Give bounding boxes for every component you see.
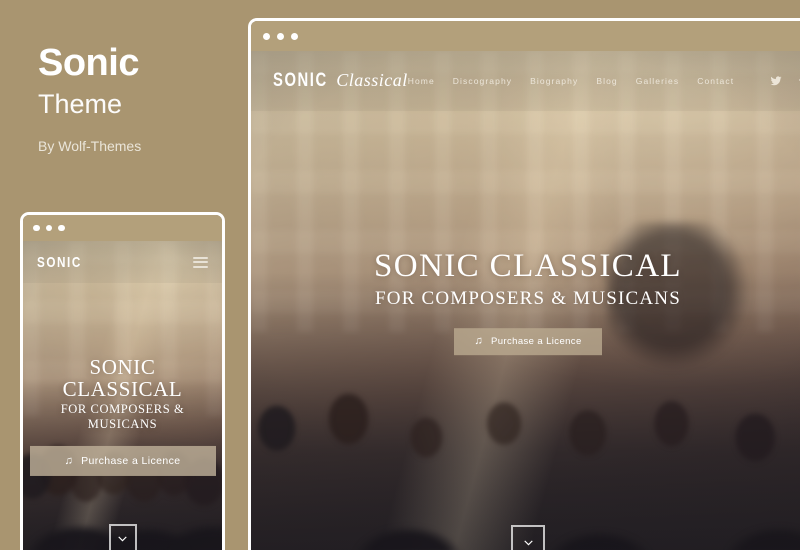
mobile-hero: SONIC CLASSICAL FOR COMPOSERS & MUSICANS… <box>23 355 222 477</box>
window-dot-maximize[interactable] <box>58 224 65 232</box>
nav-item-biography[interactable]: Biography <box>530 76 578 86</box>
nav-item-contact[interactable]: Contact <box>697 76 734 86</box>
music-note-icon: ♫ <box>64 454 74 467</box>
hamburger-bar <box>193 265 208 268</box>
nav-item-blog[interactable]: Blog <box>596 76 617 86</box>
site-logo-primary: SONIC <box>273 70 328 91</box>
hero-subheading: FOR COMPOSERS & MUSICANS <box>375 287 681 309</box>
window-dot-minimize[interactable] <box>45 224 52 232</box>
purchase-licence-button[interactable]: ♫ Purchase a Licence <box>29 446 216 477</box>
screenshot-stage: Sonic Theme By Wolf-Themes SONIC Classic… <box>0 0 800 550</box>
nav-item-home[interactable]: Home <box>408 76 435 86</box>
mobile-site-header: SONIC <box>23 241 222 283</box>
desktop-hero: SONIC CLASSICAL FOR COMPOSERS & MUSICANS… <box>251 249 800 355</box>
hamburger-bar <box>193 261 208 263</box>
twitter-icon[interactable] <box>770 75 782 87</box>
nav-item-discography[interactable]: Discography <box>453 76 512 86</box>
social-links <box>770 75 800 87</box>
hamburger-menu-icon[interactable] <box>193 256 208 268</box>
mobile-viewport: SONIC SONIC CLASSICAL FOR COMPOSERS & MU… <box>23 241 222 550</box>
site-logo[interactable]: SONIC Classical <box>273 70 408 92</box>
desktop-viewport: SONIC Classical Home Discography Biograp… <box>251 51 800 550</box>
hamburger-bar <box>193 256 208 259</box>
promo-byline: By Wolf-Themes <box>38 137 142 154</box>
window-dot-minimize[interactable] <box>277 32 284 40</box>
scroll-down-button[interactable] <box>108 524 137 550</box>
desktop-site-header: SONIC Classical Home Discography Biograp… <box>251 51 800 111</box>
purchase-licence-label: Purchase a Licence <box>81 455 181 468</box>
hero-heading: SONIC CLASSICAL <box>62 355 183 402</box>
mobile-titlebar <box>23 215 222 241</box>
site-logo-secondary: Classical <box>336 70 408 90</box>
window-dot-close[interactable] <box>33 224 40 232</box>
chevron-down-icon <box>118 535 127 542</box>
chevron-down-icon <box>523 539 533 546</box>
hero-subheading: FOR COMPOSERS & MUSICANS <box>60 402 185 432</box>
site-logo-primary: SONIC <box>37 253 82 271</box>
facebook-icon[interactable] <box>795 75 800 87</box>
mobile-browser-mockup: SONIC SONIC CLASSICAL FOR COMPOSERS & MU… <box>20 212 225 550</box>
nav-item-galleries[interactable]: Galleries <box>636 76 679 86</box>
promo-subtitle: Theme <box>38 88 123 119</box>
main-navigation: Home Discography Biography Blog Gallerie… <box>408 75 800 87</box>
scroll-down-button[interactable] <box>511 525 545 550</box>
background-orchestra-silhouettes <box>251 322 800 550</box>
music-note-icon: ♫ <box>474 334 483 347</box>
window-dot-close[interactable] <box>263 32 270 40</box>
promo-title: Sonic <box>38 42 139 84</box>
purchase-licence-label: Purchase a Licence <box>491 335 582 347</box>
desktop-browser-mockup: SONIC Classical Home Discography Biograp… <box>248 18 800 550</box>
hero-heading: SONIC CLASSICAL <box>374 248 682 285</box>
window-dot-maximize[interactable] <box>291 32 298 40</box>
site-logo[interactable]: SONIC <box>37 254 95 271</box>
desktop-titlebar <box>251 21 800 51</box>
promo-panel: Sonic Theme By Wolf-Themes <box>38 42 238 154</box>
purchase-licence-button[interactable]: ♫ Purchase a Licence <box>454 327 602 355</box>
